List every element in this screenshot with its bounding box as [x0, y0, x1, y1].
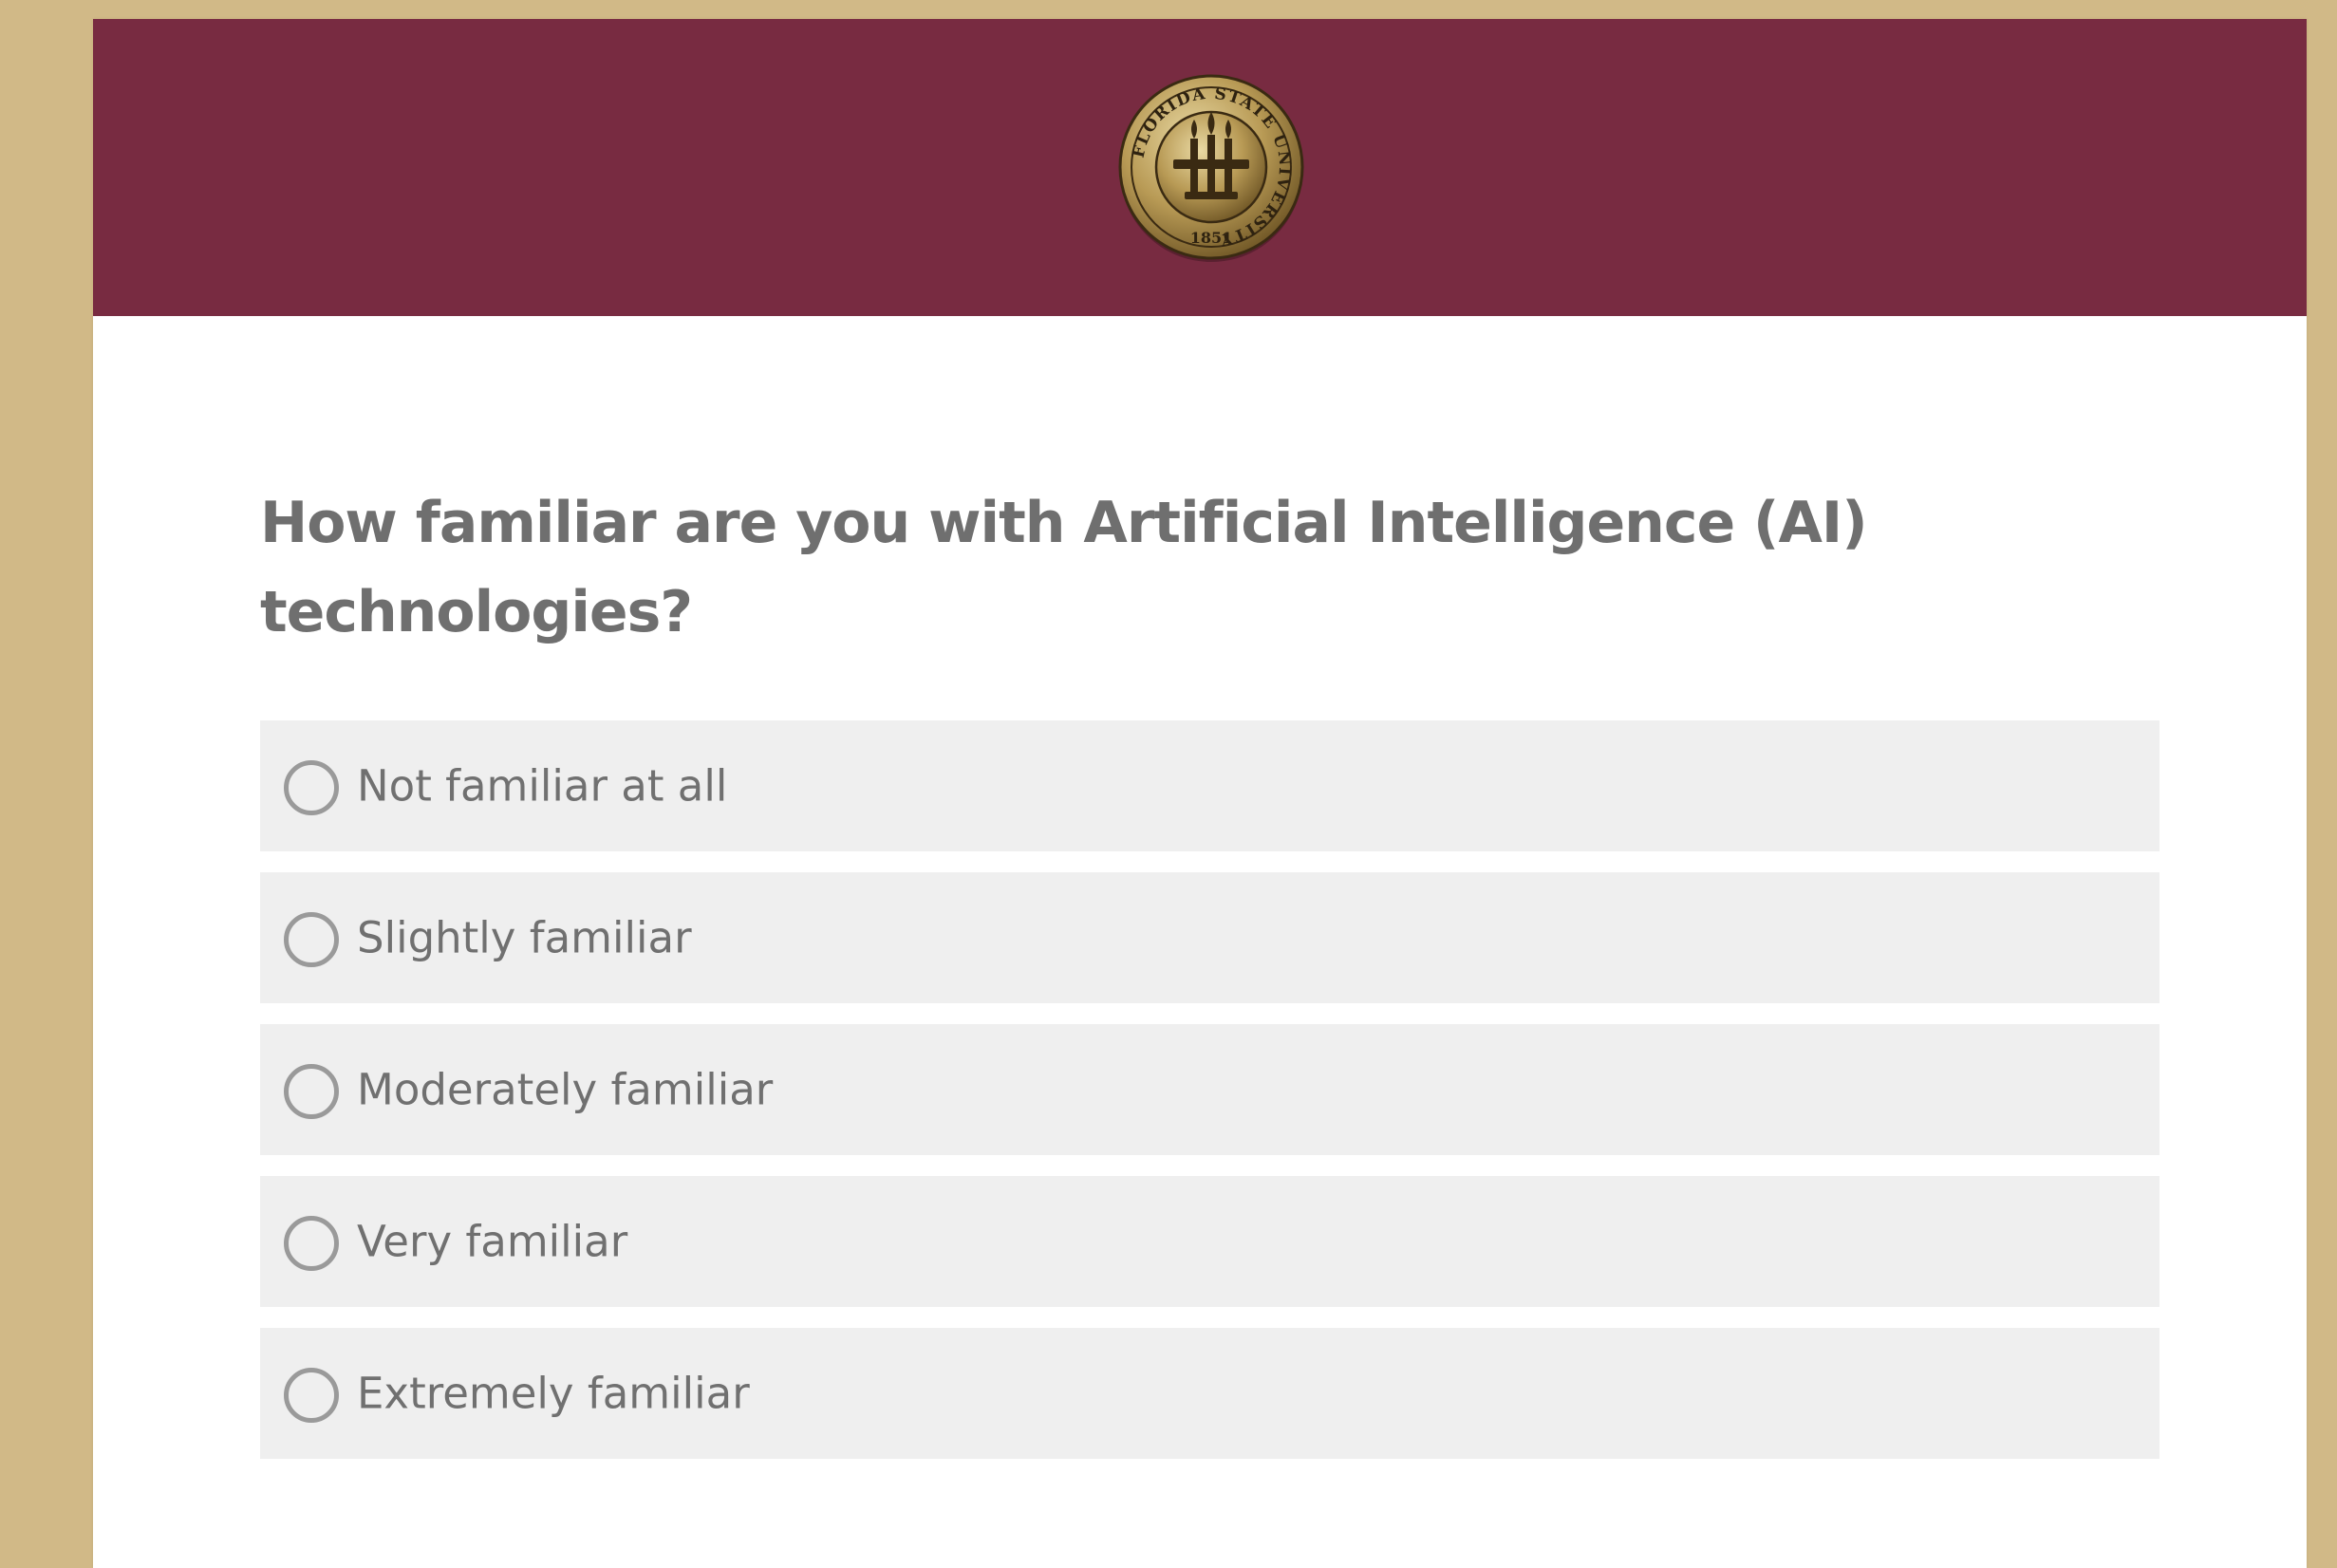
- radio-button[interactable]: [284, 1216, 339, 1271]
- option-label: Slightly familiar: [357, 912, 692, 963]
- radio-button[interactable]: [284, 912, 339, 967]
- radio-button[interactable]: [284, 1064, 339, 1119]
- svg-text:1851: 1851: [1190, 229, 1233, 247]
- option-slightly-familiar[interactable]: Slightly familiar: [260, 872, 2159, 1003]
- option-very-familiar[interactable]: Very familiar: [260, 1176, 2159, 1307]
- radio-button[interactable]: [284, 1368, 339, 1423]
- header-banner: FLORIDA STATE UNIVERSITY 1851: [93, 19, 2307, 316]
- option-label: Extremely familiar: [357, 1368, 750, 1419]
- radio-button[interactable]: [284, 760, 339, 815]
- university-seal-icon: FLORIDA STATE UNIVERSITY 1851: [1116, 72, 1306, 262]
- option-label: Moderately familiar: [357, 1064, 774, 1115]
- survey-card: FLORIDA STATE UNIVERSITY 1851 How famili…: [93, 19, 2307, 1568]
- option-extremely-familiar[interactable]: Extremely familiar: [260, 1328, 2159, 1459]
- option-label: Not familiar at all: [357, 760, 728, 812]
- option-label: Very familiar: [357, 1216, 628, 1267]
- question-title: How familiar are you with Artificial Int…: [260, 490, 1868, 645]
- option-not-familiar[interactable]: Not familiar at all: [260, 720, 2159, 851]
- answer-options: Not familiar at all Slightly familiar Mo…: [260, 720, 2159, 1480]
- option-moderately-familiar[interactable]: Moderately familiar: [260, 1024, 2159, 1155]
